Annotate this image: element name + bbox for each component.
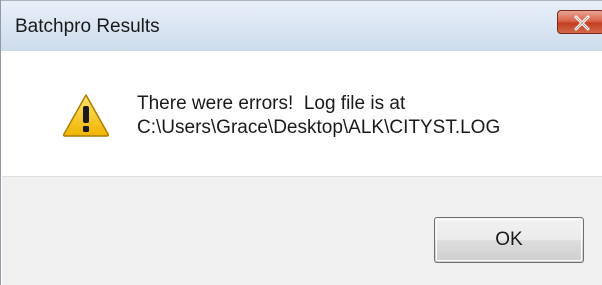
message-text: There were errors! Log file is at C:\Use… bbox=[137, 92, 500, 140]
ok-button-label: OK bbox=[495, 229, 523, 250]
dialog-window: Batchpro Results There were errors! Log … bbox=[0, 0, 602, 285]
message-line-1: There were errors! Log file is at bbox=[137, 93, 406, 114]
title-bar[interactable]: Batchpro Results bbox=[1, 0, 602, 51]
window-title: Batchpro Results bbox=[15, 16, 160, 37]
ok-button[interactable]: OK bbox=[434, 217, 584, 263]
message-line-2: C:\Users\Grace\Desktop\ALK\CITYST.LOG bbox=[137, 117, 501, 138]
warning-icon bbox=[62, 94, 110, 137]
close-icon bbox=[574, 15, 590, 31]
close-button[interactable] bbox=[557, 10, 602, 34]
